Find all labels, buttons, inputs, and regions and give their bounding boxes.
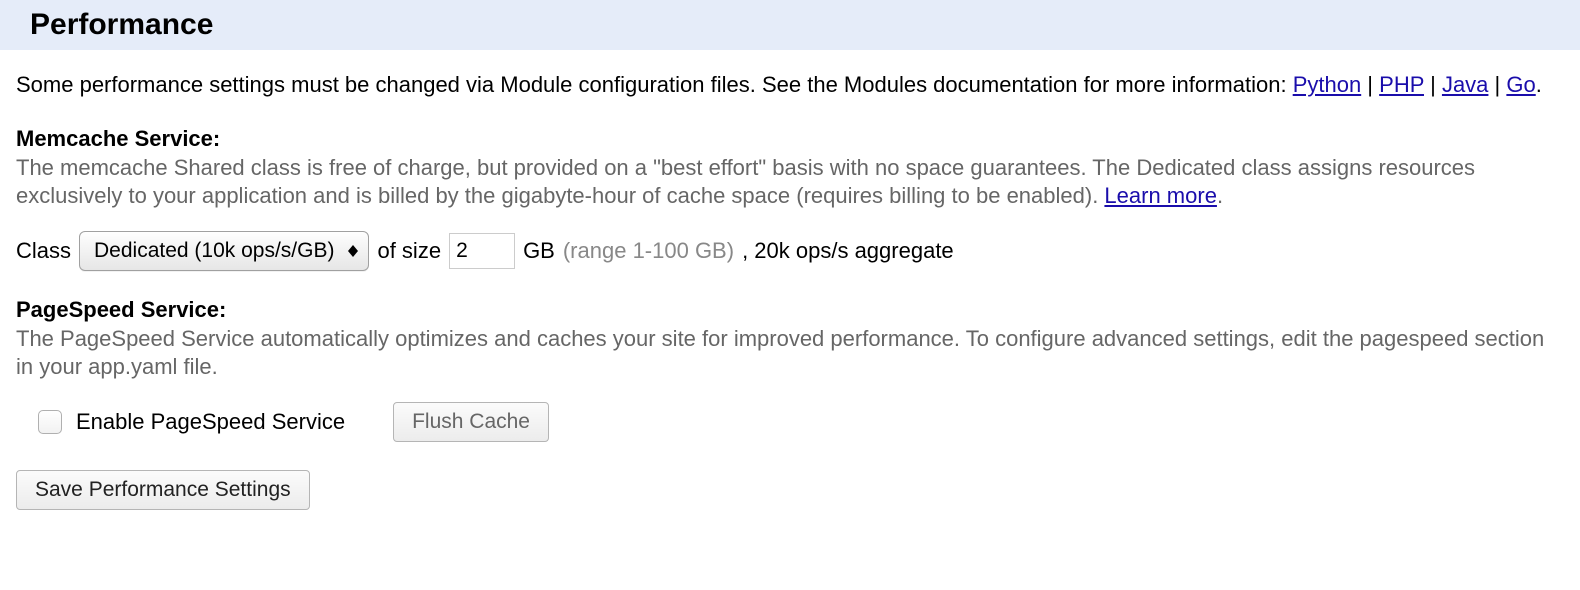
pagespeed-section-title: PageSpeed Service:	[16, 297, 1564, 323]
save-performance-settings-button[interactable]: Save Performance Settings	[16, 470, 310, 510]
memcache-size-input[interactable]	[449, 233, 515, 269]
intro-sep: |	[1488, 72, 1506, 97]
docs-link-python[interactable]: Python	[1293, 72, 1362, 97]
flush-cache-button[interactable]: Flush Cache	[393, 402, 549, 442]
intro-paragraph: Some performance settings must be change…	[16, 70, 1564, 100]
pagespeed-enable-group[interactable]: Enable PageSpeed Service	[38, 409, 345, 435]
memcache-class-label: Class	[16, 238, 71, 264]
docs-link-go[interactable]: Go	[1506, 72, 1535, 97]
memcache-section-desc: The memcache Shared class is free of cha…	[16, 154, 1564, 211]
page-title: Performance	[14, 8, 1566, 42]
pagespeed-section-desc: The PageSpeed Service automatically opti…	[16, 325, 1564, 382]
memcache-class-select[interactable]: Dedicated (10k ops/s/GB)	[79, 231, 369, 271]
memcache-desc-suffix: .	[1217, 183, 1223, 208]
memcache-range-hint: (range 1-100 GB)	[563, 238, 734, 264]
pagespeed-enable-checkbox[interactable]	[38, 410, 62, 434]
docs-link-php[interactable]: PHP	[1379, 72, 1424, 97]
memcache-section-title: Memcache Service:	[16, 126, 1564, 152]
memcache-gb-label: GB	[523, 238, 555, 264]
memcache-aggregate: , 20k ops/s aggregate	[742, 238, 954, 264]
memcache-learn-more-link[interactable]: Learn more	[1104, 183, 1217, 208]
docs-link-java[interactable]: Java	[1442, 72, 1488, 97]
memcache-class-row: Class Dedicated (10k ops/s/GB) of size G…	[16, 231, 1564, 271]
save-row: Save Performance Settings	[16, 470, 1564, 510]
intro-suffix: .	[1536, 72, 1542, 97]
memcache-of-size-label: of size	[377, 238, 441, 264]
pagespeed-enable-label: Enable PageSpeed Service	[76, 409, 345, 435]
intro-sep: |	[1424, 72, 1442, 97]
intro-sep: |	[1361, 72, 1379, 97]
select-arrows-icon	[348, 245, 358, 257]
pagespeed-controls-row: Enable PageSpeed Service Flush Cache	[16, 402, 1564, 442]
memcache-desc-text: The memcache Shared class is free of cha…	[16, 155, 1475, 209]
page-header: Performance	[0, 0, 1580, 50]
intro-text: Some performance settings must be change…	[16, 72, 1293, 97]
memcache-class-selected: Dedicated (10k ops/s/GB)	[94, 239, 334, 263]
